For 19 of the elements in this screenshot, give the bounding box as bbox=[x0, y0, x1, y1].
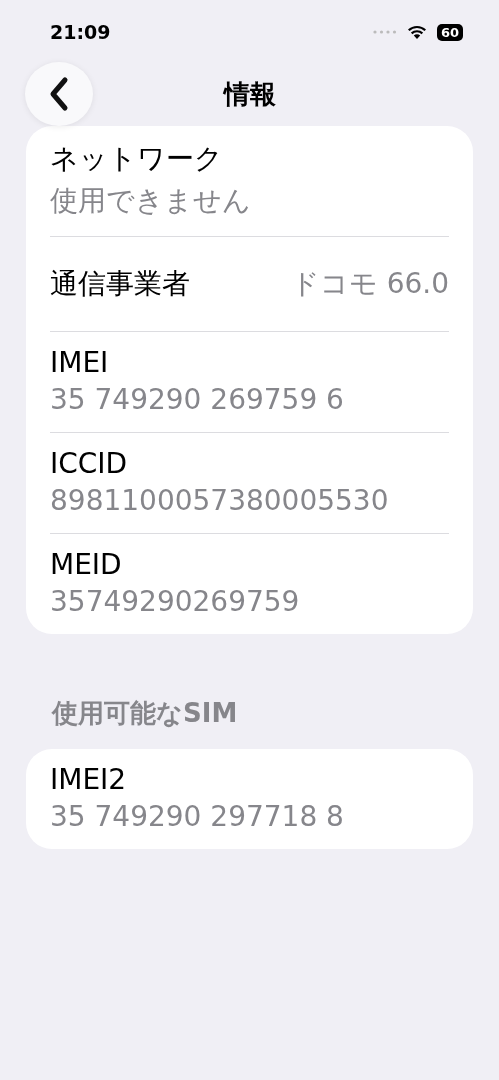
row-label: IMEI2 bbox=[50, 763, 128, 796]
status-time: 21:09 bbox=[50, 21, 111, 43]
row-label: ネットワーク bbox=[50, 141, 224, 177]
section-header: 使用可能なSIM bbox=[52, 697, 239, 730]
battery-icon: 60 bbox=[436, 23, 463, 41]
row-label: MEID bbox=[50, 548, 123, 581]
row-value: 35 749290 269759 6 bbox=[50, 383, 345, 416]
row-value: ドコモ 66.0 bbox=[290, 266, 449, 302]
row-label: 通信事業者 bbox=[50, 266, 190, 302]
wifi-icon bbox=[406, 24, 427, 40]
row-value: 8981100057380005530 bbox=[50, 484, 390, 517]
row-value: 35749290269759 bbox=[50, 585, 301, 618]
row-value: 35 749290 297718 8 bbox=[50, 800, 345, 833]
row-label: IMEI bbox=[50, 346, 110, 379]
signal-icon bbox=[372, 30, 397, 34]
row-label: ICCID bbox=[50, 447, 129, 480]
nav-title: 情報 bbox=[223, 77, 276, 111]
row-value: 使用できません bbox=[50, 183, 252, 219]
chevron-left-icon bbox=[48, 76, 70, 112]
